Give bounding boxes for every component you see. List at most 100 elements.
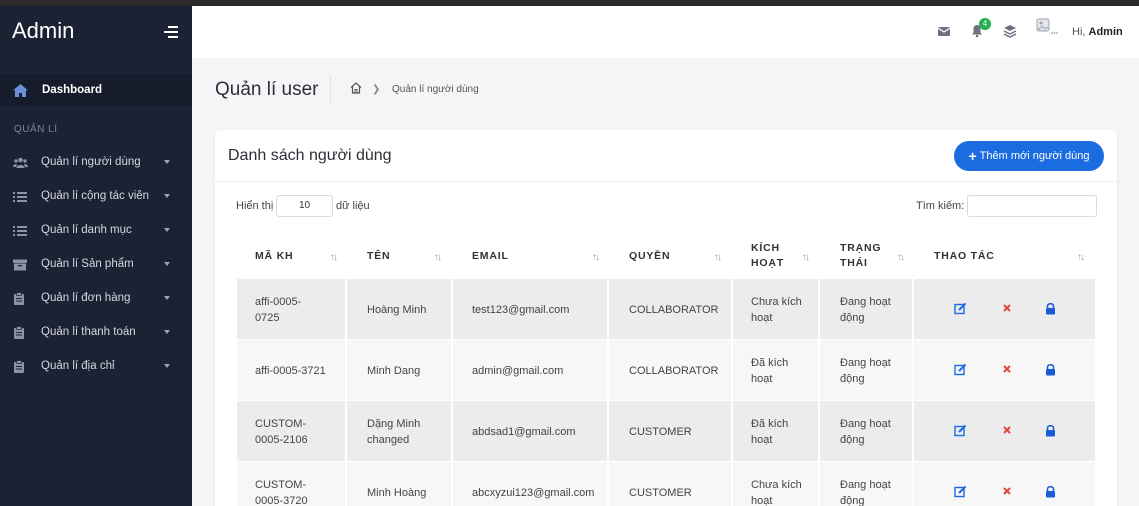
chevron-down-icon[interactable] bbox=[164, 262, 170, 266]
box-icon bbox=[13, 258, 27, 271]
sidebar-item-label: Dashboard bbox=[42, 84, 103, 96]
cell-role: COLLABORATOR bbox=[609, 279, 733, 340]
cell-role: COLLABORATOR bbox=[609, 340, 733, 401]
cell-active: Đã kích hoạt bbox=[733, 340, 820, 401]
clipboard-icon bbox=[13, 292, 27, 305]
table-row: CUSTOM- 0005-2106 Dặng Minh changed abdsad… bbox=[237, 401, 1095, 462]
delete-icon[interactable] bbox=[1002, 300, 1014, 312]
sort-icon[interactable]: ↑↓ bbox=[897, 252, 905, 263]
section-label: QUẢN LÍ bbox=[14, 124, 58, 135]
table-row: affi-0005- 0725 Hoàng Minh test123@gmail.c… bbox=[237, 279, 1095, 340]
lock-icon[interactable] bbox=[1045, 302, 1057, 315]
sidebar-item-label: Quản lí Sản phẩm bbox=[41, 258, 134, 270]
cell-name: Hoàng Minh bbox=[347, 279, 453, 340]
search-input[interactable] bbox=[967, 195, 1097, 217]
column-header[interactable]: THAO TÁC bbox=[934, 234, 1095, 278]
sidebar-item-label: Quản lí địa chỉ bbox=[41, 360, 115, 372]
sidebar-item-label: Quản lí thanh toán bbox=[41, 326, 136, 338]
sidebar-item-4[interactable]: Quản lí đơn hàng bbox=[0, 281, 192, 315]
cell-status: Đang hoạt động bbox=[820, 279, 914, 340]
cell-email: test123@gmail.com bbox=[453, 279, 609, 340]
cell-email: abdsad1@gmail.com bbox=[453, 401, 609, 462]
lock-icon[interactable] bbox=[1045, 363, 1057, 376]
chevron-down-icon[interactable] bbox=[164, 194, 170, 198]
sidebar-item-5[interactable]: Quản lí thanh toán bbox=[0, 315, 192, 349]
avatar[interactable] bbox=[1036, 18, 1058, 38]
sort-icon[interactable]: ↑↓ bbox=[802, 252, 810, 263]
breadcrumb-chevron-icon: ❯ bbox=[372, 84, 381, 95]
cell-name: Minh Dang bbox=[347, 340, 453, 401]
sidebar-item-dashboard[interactable]: Dashboard bbox=[0, 74, 192, 106]
sidebar-item-3[interactable]: Quản lí Sản phẩm bbox=[0, 247, 192, 281]
card-divider bbox=[215, 181, 1117, 182]
brand-title: Admin bbox=[12, 18, 75, 43]
chevron-down-icon[interactable] bbox=[164, 330, 170, 334]
sidebar-menu: Quản lí người dùng Quản lí cộng tác viên Q… bbox=[0, 145, 192, 383]
clipboard-icon bbox=[13, 360, 27, 373]
delete-icon[interactable] bbox=[1002, 422, 1014, 434]
edit-icon[interactable] bbox=[954, 363, 967, 376]
mail-icon[interactable] bbox=[937, 24, 951, 38]
cell-email: admin@gmail.com bbox=[453, 340, 609, 401]
cell-email: abcxyzui123@gmail.com bbox=[453, 462, 609, 506]
user-greeting[interactable]: Hi, Admin bbox=[1072, 26, 1123, 38]
sidebar-item-6[interactable]: Quản lí địa chỉ bbox=[0, 349, 192, 383]
cell-status: Đang hoạt động bbox=[820, 340, 914, 401]
topbar: 4 Hi, Admin bbox=[192, 6, 1139, 58]
breadcrumb[interactable]: Quản lí người dùng bbox=[392, 84, 479, 95]
delete-icon[interactable] bbox=[1002, 483, 1014, 495]
cell-active: Chưa kích hoạt bbox=[733, 279, 820, 340]
cell-role: CUSTOMER bbox=[609, 401, 733, 462]
list-icon bbox=[13, 190, 27, 202]
column-header[interactable]: EMAIL bbox=[472, 234, 609, 278]
edit-icon[interactable] bbox=[954, 485, 967, 498]
sort-icon[interactable]: ↑↓ bbox=[434, 252, 442, 263]
notification-badge: 4 bbox=[979, 18, 991, 30]
user-list-card: Danh sách người dùng + Thêm mới người dùn… bbox=[215, 130, 1117, 506]
sort-icon[interactable]: ↑↓ bbox=[714, 252, 722, 263]
header-divider bbox=[330, 76, 331, 104]
chevron-down-icon[interactable] bbox=[164, 228, 170, 232]
sidebar-item-label: Quản lí đơn hàng bbox=[41, 292, 131, 304]
table-body: affi-0005- 0725 Hoàng Minh test123@gmail.c… bbox=[237, 279, 1095, 506]
chevron-down-icon[interactable] bbox=[164, 364, 170, 368]
sidebar-item-0[interactable]: Quản lí người dùng bbox=[0, 145, 192, 179]
layers-icon[interactable] bbox=[1003, 24, 1017, 38]
edit-icon[interactable] bbox=[954, 302, 967, 315]
table-header: MÃ KH ↑↓ TÊN ↑↓ EMAIL ↑↓ QUYỀN ↑↓ KÍCH HOẠT ↑↓ TRẠ… bbox=[237, 234, 1095, 278]
cell-name: Minh Hoàng bbox=[347, 462, 453, 506]
lock-icon[interactable] bbox=[1045, 485, 1057, 498]
sort-icon[interactable]: ↑↓ bbox=[330, 252, 338, 263]
sort-icon[interactable]: ↑↓ bbox=[1077, 252, 1085, 263]
sidebar-item-1[interactable]: Quản lí cộng tác viên bbox=[0, 179, 192, 213]
cell-status: Đang hoạt động bbox=[820, 462, 914, 506]
users-icon bbox=[13, 156, 28, 168]
cell-status: Đang hoạt động bbox=[820, 401, 914, 462]
page-size-select[interactable]: 10 bbox=[276, 195, 333, 217]
cell-active: Chưa kích hoạt bbox=[733, 462, 820, 506]
home-icon[interactable] bbox=[349, 81, 363, 95]
chevron-down-icon[interactable] bbox=[164, 296, 170, 300]
chevron-down-icon[interactable] bbox=[164, 160, 170, 164]
sort-icon[interactable]: ↑↓ bbox=[592, 252, 600, 263]
column-header[interactable]: KÍCH HOẠT bbox=[751, 234, 820, 278]
sidebar-item-2[interactable]: Quản lí danh mục bbox=[0, 213, 192, 247]
home-icon bbox=[13, 83, 28, 97]
sidebar: Admin Dashboard QUẢN LÍ Quản lí người dù… bbox=[0, 6, 192, 506]
page-size-label: Hiển thị bbox=[236, 200, 274, 212]
delete-icon[interactable] bbox=[1002, 361, 1014, 373]
table-row: CUSTOM- 0005-3720 Minh Hoàng abcxyzui123@g… bbox=[237, 462, 1095, 506]
sidebar-item-label: Quản lí cộng tác viên bbox=[41, 190, 150, 202]
add-user-button[interactable]: + Thêm mới người dùng bbox=[954, 141, 1104, 171]
plus-icon: + bbox=[968, 148, 977, 164]
menu-toggle-icon[interactable] bbox=[162, 26, 178, 40]
cell-name: Dặng Minh changed bbox=[347, 401, 453, 462]
search-label: Tìm kiếm: bbox=[916, 200, 965, 212]
column-header[interactable]: TÊN bbox=[367, 234, 453, 278]
edit-icon[interactable] bbox=[954, 424, 967, 437]
lock-icon[interactable] bbox=[1045, 424, 1057, 437]
sidebar-item-label: Quản lí người dùng bbox=[41, 156, 141, 168]
cell-id: CUSTOM- 0005-3720 bbox=[237, 462, 347, 506]
user-name: Admin bbox=[1088, 26, 1123, 38]
cell-id: affi-0005-3721 bbox=[237, 340, 347, 401]
